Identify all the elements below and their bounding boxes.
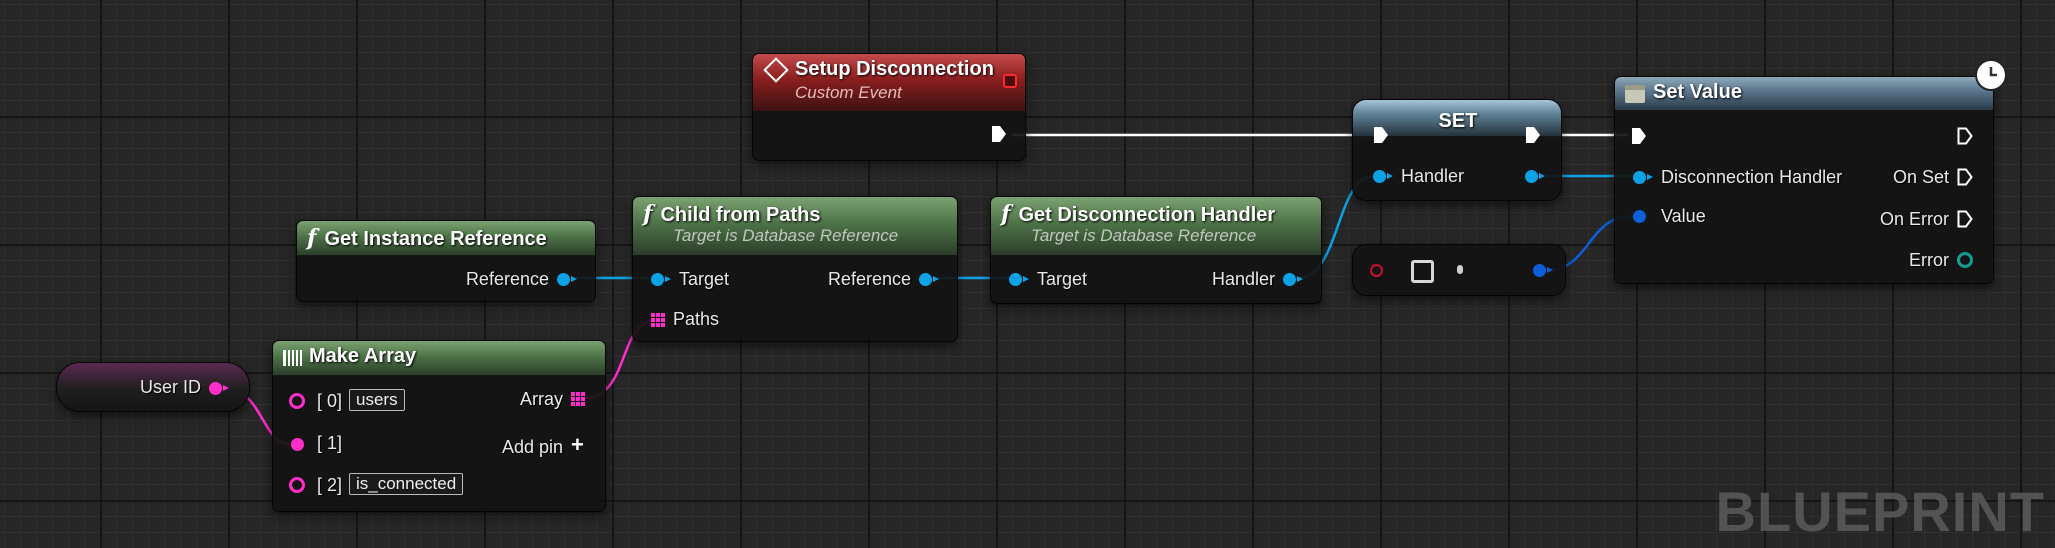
paths-label: Paths (673, 309, 720, 329)
on-set-label: On Set (1892, 167, 1949, 187)
event-diamond-icon (763, 56, 789, 83)
target-label: Target (679, 269, 730, 289)
get-instance-reference-node[interactable]: f Get Instance Reference Reference (296, 220, 596, 302)
set-value-title: Set Value (1653, 81, 1742, 103)
make-array-node[interactable]: Make Array [ 0] users Array [ 1] Add pin… (272, 340, 606, 512)
node-title: f Get Disconnection Handler (1001, 201, 1313, 227)
handler-label: Handler (1401, 166, 1465, 186)
red-ring-pin[interactable] (1370, 264, 1383, 277)
index-0-label: [ 0] (317, 391, 343, 411)
handler-label: Handler (1211, 269, 1275, 289)
child-from-paths-subtitle: Target is Database Reference (673, 226, 899, 245)
get-disconnection-handler-header: f Get Disconnection Handler Target is Dat… (991, 197, 1321, 255)
user-id-label: User ID (139, 377, 201, 397)
index-1-pin[interactable] (291, 438, 304, 451)
exec-in-pin[interactable] (1373, 126, 1389, 144)
on-set-pin[interactable] (1957, 168, 1973, 186)
setup-disconnection-node[interactable]: Setup Disconnection Custom Event (752, 53, 1026, 161)
target-input-pin[interactable] (651, 273, 671, 286)
exec-out-pin[interactable] (1957, 127, 1973, 145)
paths-array-pin[interactable] (651, 313, 665, 327)
child-from-paths-title: Child from Paths (660, 204, 821, 226)
on-error-pin[interactable] (1957, 210, 1973, 228)
error-pin[interactable] (1957, 252, 1973, 268)
handler-output-pin[interactable] (1525, 170, 1545, 183)
reference-output-pin[interactable] (557, 273, 577, 286)
index-2-label: [ 2] (317, 475, 343, 495)
set-variable-node[interactable]: SET Handler (1352, 99, 1562, 201)
set-title: SET (1438, 110, 1478, 132)
setup-disconnection-header: Setup Disconnection Custom Event (753, 54, 1025, 111)
user-id-output-pin[interactable] (209, 382, 229, 395)
array-output-pin[interactable] (571, 392, 585, 406)
reference-label: Reference (827, 269, 911, 289)
array-label: Array (519, 389, 563, 409)
index-1-label: [ 1] (317, 433, 343, 453)
index-0-pin[interactable] (289, 393, 305, 409)
delegate-pin-icon[interactable] (1003, 74, 1017, 88)
exec-out-pin[interactable] (991, 125, 1007, 143)
make-array-title: Make Array (309, 345, 417, 367)
add-pin-label[interactable]: Add pin (502, 437, 563, 458)
on-error-label: On Error (1879, 209, 1949, 229)
disconnection-handler-pin[interactable] (1633, 171, 1653, 184)
set-value-icon (1625, 84, 1645, 103)
get-disconnection-handler-title: Get Disconnection Handler (1018, 204, 1276, 226)
exec-out-pin[interactable] (1525, 126, 1541, 144)
setup-disconnection-title: Setup Disconnection (795, 58, 994, 80)
get-instance-reference-title: Get Instance Reference (324, 228, 547, 250)
clock-icon (1975, 59, 2007, 91)
index-2-pin[interactable] (289, 477, 305, 493)
set-value-node[interactable]: Set Value Disconnection Handler On Set V… (1614, 59, 2007, 284)
setup-disconnection-subtitle: Custom Event (795, 83, 902, 102)
make-array-header: Make Array (273, 341, 605, 375)
child-from-paths-node[interactable]: f Child from Paths Target is Database Ref… (632, 196, 958, 342)
plus-icon[interactable]: + (571, 434, 584, 456)
blueprint-watermark: BLUEPRINT (1715, 480, 2045, 543)
function-icon: f (1001, 201, 1011, 227)
function-icon: f (643, 201, 653, 227)
get-instance-reference-header: f Get Instance Reference (297, 221, 595, 255)
target-label: Target (1037, 269, 1088, 289)
function-icon: f (307, 225, 317, 251)
node-title: Setup Disconnection (763, 56, 1017, 83)
reference-output-pin[interactable] (919, 273, 939, 286)
reference-label: Reference (465, 269, 549, 289)
user-id-variable-node[interactable]: User ID (56, 362, 250, 412)
make-array-icon (283, 349, 303, 366)
error-label: Error (1909, 250, 1949, 270)
struct-literal-node[interactable] (1352, 244, 1566, 296)
disconnection-handler-label: Disconnection Handler (1661, 167, 1843, 187)
get-disconnection-handler-node[interactable]: f Get Disconnection Handler Target is Dat… (990, 196, 1322, 304)
set-value-header: Set Value (1615, 77, 1993, 110)
index-0-value-field[interactable]: users (349, 389, 405, 411)
child-from-paths-header: f Child from Paths Target is Database Ref… (633, 197, 957, 255)
exec-in-pin[interactable] (1631, 127, 1647, 145)
small-dot-icon (1457, 265, 1463, 274)
handler-output-pin[interactable] (1283, 273, 1303, 286)
node-title: f Child from Paths (643, 201, 949, 227)
checkbox-icon[interactable] (1411, 260, 1434, 283)
get-disconnection-handler-subtitle: Target is Database Reference (1031, 226, 1257, 245)
target-input-pin[interactable] (1009, 273, 1029, 286)
index-2-value-field[interactable]: is_connected (349, 473, 464, 495)
value-label: Value (1661, 206, 1706, 226)
value-pin[interactable] (1633, 210, 1646, 223)
struct-output-pin[interactable] (1533, 264, 1553, 277)
handler-input-pin[interactable] (1373, 170, 1393, 183)
